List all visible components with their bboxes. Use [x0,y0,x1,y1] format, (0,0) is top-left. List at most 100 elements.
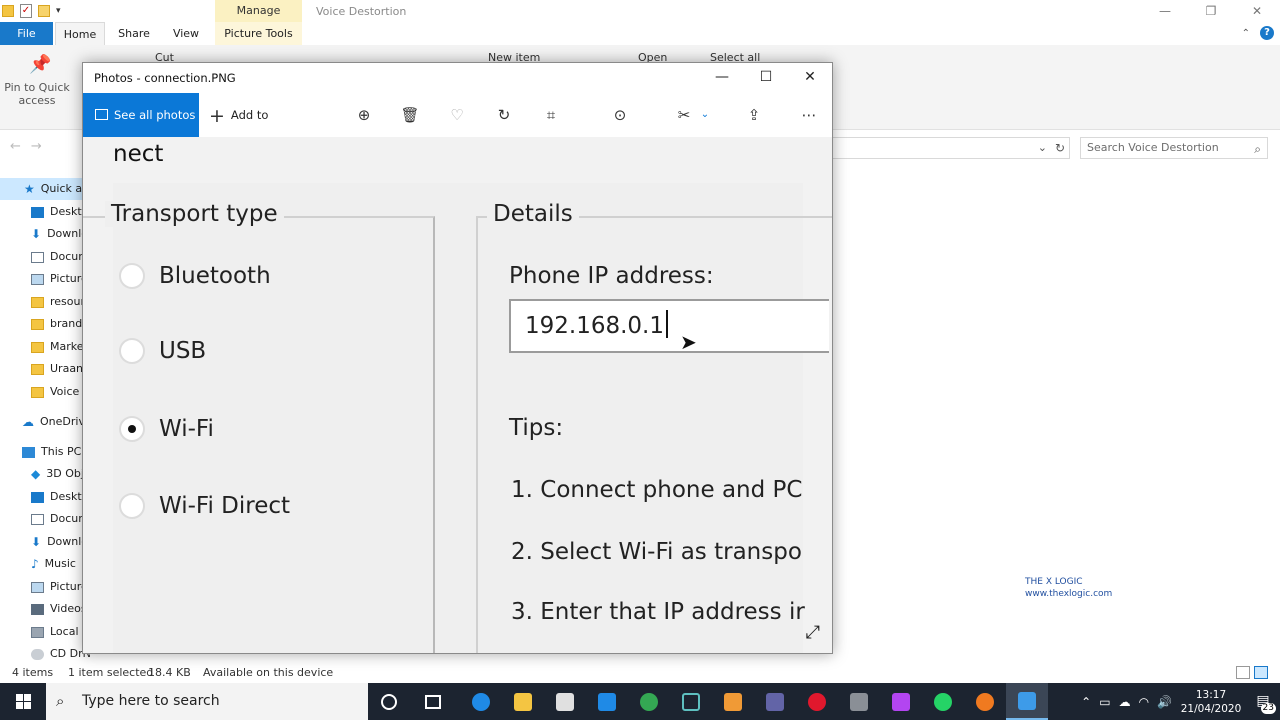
expand-icon[interactable]: ⤢ [806,622,820,643]
chevron-down-icon[interactable]: ⌄ [695,105,715,125]
phpstorm-icon[interactable] [880,683,922,720]
editor-icon[interactable] [670,683,712,720]
radio-usb[interactable]: USB [119,338,206,364]
folder-icon [31,386,44,398]
nav-music[interactable]: ♪ Music [0,553,90,575]
nav-pc-documents[interactable]: Documents [0,508,90,530]
whatsapp-icon[interactable] [922,683,964,720]
radio-bluetooth[interactable]: Bluetooth [119,263,271,289]
teams-icon[interactable] [754,683,796,720]
edit-icon[interactable]: ✂ [674,105,694,125]
crop-icon[interactable]: ⌗ [541,105,561,125]
audio-recorder-icon[interactable] [964,683,1006,720]
new-folder-icon[interactable] [38,5,50,17]
quick-access-toolbar: ✓ ▾ [2,4,61,18]
large-icons-view-icon[interactable] [1254,666,1268,679]
delete-icon[interactable]: 🗑 [400,105,420,125]
chevron-down-icon[interactable]: ▾ [56,6,61,16]
nav-documents[interactable]: Documents [0,246,90,268]
clock[interactable]: 13:17 21/04/2020 [1176,688,1246,716]
ip-address-input[interactable]: 192.168.0.1 [509,299,829,353]
tab-view[interactable]: View [163,22,209,45]
address-field[interactable]: ⌄ ↻ [832,137,1070,159]
tab-home[interactable]: Home [55,22,105,45]
watermark-url: www.thexlogic.com [1025,589,1113,599]
nav-desktop[interactable]: Desktop [0,201,90,223]
nav-3d-objects[interactable]: ◆3D Objects [0,463,90,485]
transport-legend: Transport type [105,201,284,227]
help-icon[interactable]: ? [1260,26,1274,40]
pin-to-quick-access-button[interactable]: 📌 Pin to Quick access [4,55,70,108]
nav-marketing[interactable]: Marketing [0,336,90,358]
download-icon: ⬇ [31,227,42,241]
refresh-icon[interactable]: ↻ [1055,141,1065,155]
tip-line: 2. Select Wi-Fi as transpo [511,539,802,565]
more-icon[interactable]: ⋯ [799,105,819,125]
store-icon[interactable] [544,683,586,720]
share-icon[interactable]: ⇪ [744,105,764,125]
chevron-down-icon[interactable]: ⌄ [1038,141,1047,154]
tab-share[interactable]: Share [111,22,157,45]
notification-center-icon[interactable]: ▤ 23 [1246,683,1280,720]
sublime-icon[interactable] [712,683,754,720]
see-all-photos-button[interactable]: See all photos [83,93,199,137]
radio-label: Wi-Fi Direct [159,493,291,519]
nav-pc-desktop[interactable]: Desktop [0,486,90,508]
zoom-icon[interactable]: ⊕ [354,105,374,125]
watermark: THE X LOGIC www.thexlogic.com [1025,576,1112,600]
cortana-icon[interactable] [368,683,410,720]
enhance-icon[interactable]: ⊙ [610,105,630,125]
nav-quick-access[interactable]: ★Quick access [0,178,90,200]
close-button[interactable]: ✕ [788,63,832,93]
add-to-button[interactable]: + Add to [209,93,268,137]
nav-resources[interactable]: resources [0,291,90,313]
back-forward-icon[interactable]: ←→ [10,139,52,154]
close-button[interactable]: ✕ [1234,0,1280,24]
folder-icon[interactable] [2,5,14,17]
nav-this-pc[interactable]: This PC [0,441,90,463]
maximize-button[interactable]: ❐ [1188,0,1234,24]
app-icon[interactable] [838,683,880,720]
edge-icon[interactable] [460,683,502,720]
chevron-up-icon[interactable]: ⌃ [1081,695,1091,709]
opera-icon[interactable] [796,683,838,720]
nav-brand[interactable]: brand [0,313,90,335]
onedrive-cloud-icon[interactable]: ☁ [1119,695,1131,709]
maximize-button[interactable]: ☐ [744,63,788,93]
collapse-ribbon-icon[interactable]: ⌃ [1242,28,1250,39]
radio-wifi-direct[interactable]: Wi-Fi Direct [119,493,290,519]
explorer-window-title: Voice Destortion [316,5,407,18]
nav-local-disk[interactable]: Local Disk [0,621,90,643]
favorite-icon[interactable]: ♡ [447,105,467,125]
tab-file[interactable]: File [0,22,53,45]
radio-wifi[interactable]: Wi-Fi [119,416,214,442]
volume-icon[interactable]: 🔊 [1157,695,1172,709]
rotate-icon[interactable]: ↻ [494,105,514,125]
wifi-icon[interactable]: ◠ [1139,695,1149,709]
explorer-search-input[interactable]: Search Voice Destortion ⌕ [1080,137,1268,159]
chrome-icon[interactable] [628,683,670,720]
nav-uraan[interactable]: Uraan [0,358,90,380]
tab-picture-tools[interactable]: Picture Tools [215,22,302,45]
nav-onedrive[interactable]: ☁ OneDrive [0,411,90,433]
task-view-icon[interactable] [412,683,454,720]
star-icon: ★ [24,182,35,196]
battery-icon[interactable]: ▭ [1099,695,1110,709]
properties-icon[interactable]: ✓ [20,4,32,18]
mail-icon[interactable] [586,683,628,720]
file-explorer-icon[interactable] [502,683,544,720]
status-item-count: 4 items [12,666,54,679]
minimize-button[interactable]: — [700,63,744,93]
minimize-button[interactable]: — [1142,0,1188,24]
nav-pc-pictures[interactable]: Pictures [0,576,90,598]
details-view-icon[interactable] [1236,666,1250,679]
nav-videos[interactable]: Videos [0,598,90,620]
nav-downloads[interactable]: ⬇Downloads [0,223,90,245]
nav-pictures[interactable]: Pictures [0,268,90,290]
nav-cd-drive[interactable]: CD Drive (D:) [0,643,90,665]
nav-pc-downloads[interactable]: ⬇Downloads [0,531,90,553]
photos-app-icon[interactable] [1006,683,1048,720]
nav-voice-destortion[interactable]: Voice Destortion [0,381,90,403]
start-button[interactable] [0,683,46,720]
taskbar-search-box[interactable]: ⌕ Type here to search [46,683,368,720]
